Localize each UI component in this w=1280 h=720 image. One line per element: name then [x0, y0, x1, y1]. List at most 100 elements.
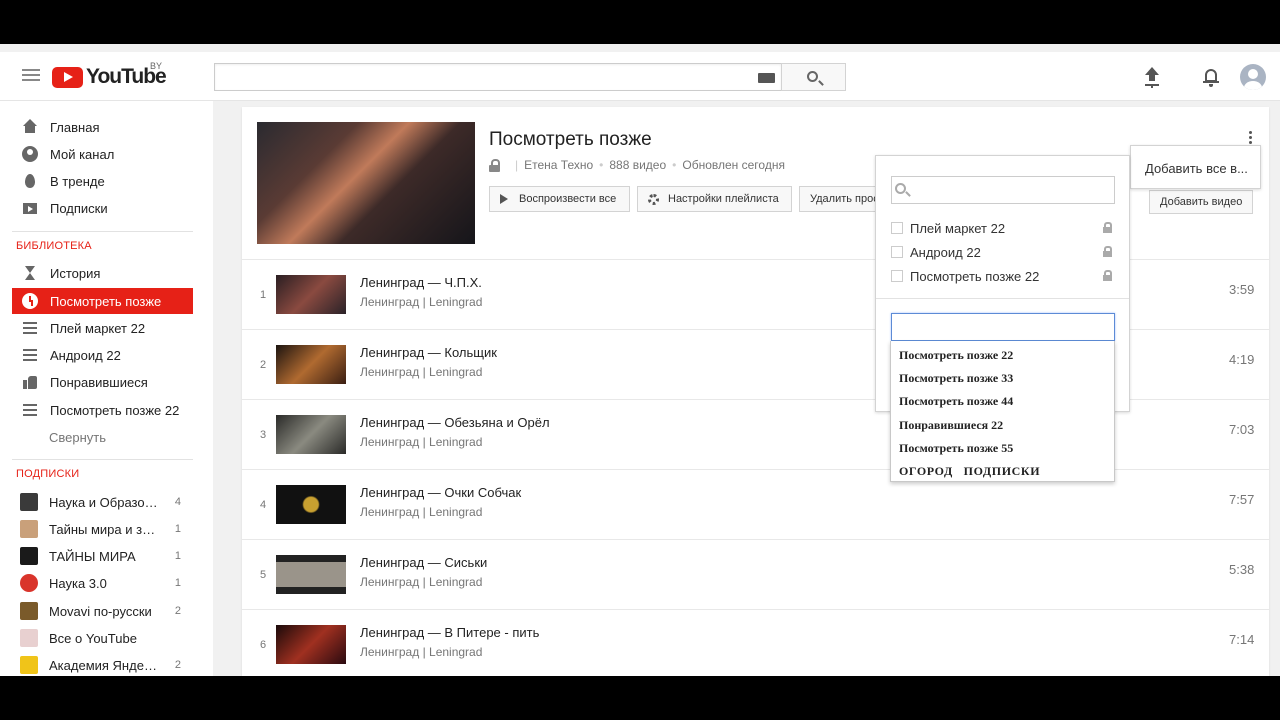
autocomplete-option[interactable]: Посмотреть позже 44 — [899, 394, 1013, 409]
subscription-item[interactable]: Наука и Образов… 4 — [12, 489, 193, 515]
sidebar-item-watch-later[interactable]: Посмотреть позже — [12, 288, 193, 314]
playlist-settings-button[interactable]: Настройки плейлиста — [637, 186, 792, 212]
video-title[interactable]: Ленинград — Сиськи — [360, 555, 487, 570]
search-input[interactable] — [214, 63, 782, 91]
playlist-thumbnail[interactable] — [257, 122, 475, 244]
video-title[interactable]: Ленинград — Кольщик — [360, 345, 497, 360]
sidebar: Главная Мой канал В тренде Подписки БИБЛ… — [0, 101, 213, 676]
new-playlist-input[interactable] — [891, 313, 1115, 341]
checkbox[interactable] — [891, 222, 903, 234]
keyboard-icon[interactable] — [758, 73, 775, 83]
lock-icon — [1103, 222, 1112, 233]
search-button[interactable] — [781, 63, 846, 91]
checkbox[interactable] — [891, 270, 903, 282]
playlist-icon — [22, 320, 38, 336]
video-channel[interactable]: Ленинград | Leningrad — [360, 295, 482, 309]
subscriptions-icon — [22, 200, 38, 216]
masthead: YouTube BY — [0, 52, 1280, 101]
video-duration: 7:14 — [1229, 632, 1255, 647]
video-channel[interactable]: Ленинград | Leningrad — [360, 435, 482, 449]
video-channel[interactable]: Ленинград | Leningrad — [360, 575, 482, 589]
lock-icon — [1103, 246, 1112, 257]
channel-avatar — [20, 493, 38, 511]
lock-icon — [1103, 270, 1112, 281]
video-duration: 3:59 — [1229, 282, 1255, 297]
channel-avatar — [20, 656, 38, 674]
channel-avatar — [20, 574, 38, 592]
sidebar-item-playlist[interactable]: Андроид 22 — [12, 342, 193, 368]
history-icon — [22, 265, 38, 281]
checkbox[interactable] — [891, 246, 903, 258]
video-thumbnail[interactable] — [276, 555, 346, 594]
playlist-checkbox-item[interactable]: Плей маркет 22 — [891, 218, 1115, 238]
subscription-item[interactable]: ТАЙНЫ МИРА 1 — [12, 543, 193, 569]
gear-icon — [648, 193, 659, 205]
video-title[interactable]: Ленинград — Ч.П.Х. — [360, 275, 482, 290]
search-icon — [807, 71, 818, 82]
playlist-icon — [22, 402, 38, 418]
channel-avatar — [20, 547, 38, 565]
video-title[interactable]: Ленинград — Очки Собчак — [360, 485, 521, 500]
sidebar-collapse-button[interactable]: Свернуть — [12, 424, 193, 450]
notifications-bell-icon[interactable] — [1202, 67, 1220, 87]
page-title: Посмотреть позже — [489, 129, 652, 150]
video-title[interactable]: Ленинград — В Питере - пить — [360, 625, 539, 640]
youtube-logo[interactable]: YouTube BY — [52, 61, 167, 89]
sidebar-item-subscriptions[interactable]: Подписки — [12, 195, 193, 221]
sidebar-item-trending[interactable]: В тренде — [12, 168, 193, 194]
sidebar-item-playlist[interactable]: Плей маркет 22 — [12, 315, 193, 341]
divider — [12, 459, 193, 460]
autocomplete-option[interactable]: Посмотреть позже 22 — [899, 348, 1013, 363]
library-heading: БИБЛИОТЕКА — [16, 240, 92, 252]
avatar[interactable] — [1240, 64, 1266, 90]
letterbox-bottom — [0, 676, 1280, 720]
user-icon — [22, 146, 38, 162]
video-thumbnail[interactable] — [276, 345, 346, 384]
more-vert-icon[interactable] — [1249, 131, 1253, 145]
video-title[interactable]: Ленинград — Обезьяна и Орёл — [360, 415, 550, 430]
play-icon — [500, 194, 508, 204]
video-channel[interactable]: Ленинград | Leningrad — [360, 645, 482, 659]
subscription-item[interactable]: Все о YouTube — [12, 625, 193, 651]
autocomplete-dropdown: Посмотреть позже 22 Посмотреть позже 33 … — [890, 341, 1115, 482]
video-thumbnail[interactable] — [276, 625, 346, 664]
playlist-video-count: 888 видео — [609, 158, 667, 172]
channel-avatar — [20, 602, 38, 620]
play-all-button[interactable]: Воспроизвести все — [489, 186, 630, 212]
video-duration: 7:57 — [1229, 492, 1255, 507]
subscription-item[interactable]: Movavi по-русски 2 — [12, 598, 193, 624]
sidebar-item-history[interactable]: История — [12, 260, 193, 286]
divider — [876, 298, 1129, 299]
sidebar-item-home[interactable]: Главная — [12, 114, 193, 140]
video-channel[interactable]: Ленинград | Leningrad — [360, 365, 482, 379]
table-row[interactable]: 6 Ленинград — В Питере - пить Ленинград … — [242, 609, 1269, 676]
autocomplete-option[interactable]: Посмотреть позже 55 — [899, 441, 1013, 456]
autocomplete-option[interactable]: Понравившиеся 22 — [899, 418, 1003, 433]
subscription-item[interactable]: Наука 3.0 1 — [12, 570, 193, 596]
playlist-owner[interactable]: Етена Техно — [524, 158, 593, 172]
subscription-item[interactable]: Академия Яндек… 2 — [12, 652, 193, 676]
sidebar-item-playlist[interactable]: Посмотреть позже 22 — [12, 397, 193, 423]
add-all-menu-item[interactable]: Добавить все в... — [1130, 145, 1261, 189]
play-logo-icon — [52, 66, 83, 88]
add-video-button[interactable]: Добавить видео — [1149, 190, 1254, 214]
autocomplete-option[interactable]: ОГОРОД ПОДПИСКИ — [899, 464, 1040, 479]
playlist-search-input[interactable] — [891, 176, 1115, 204]
autocomplete-option[interactable]: Посмотреть позже 33 — [899, 371, 1013, 386]
video-thumbnail[interactable] — [276, 415, 346, 454]
playlist-checkbox-item[interactable]: Андроид 22 — [891, 242, 1115, 262]
delete-watched-button[interactable]: Удалить просм — [799, 186, 877, 212]
subscription-item[interactable]: Тайны мира и за… 1 — [12, 516, 193, 542]
playlist-updated: Обновлен сегодня — [682, 158, 785, 172]
video-channel[interactable]: Ленинград | Leningrad — [360, 505, 482, 519]
video-thumbnail[interactable] — [276, 275, 346, 314]
playlist-checkbox-item[interactable]: Посмотреть позже 22 — [891, 266, 1115, 286]
video-thumbnail[interactable] — [276, 485, 346, 524]
playlist-icon — [22, 347, 38, 363]
sidebar-item-liked[interactable]: Понравившиеся — [12, 369, 193, 395]
table-row[interactable]: 5 Ленинград — Сиськи Ленинград | Leningr… — [242, 539, 1269, 609]
menu-icon[interactable] — [22, 69, 40, 83]
playlist-meta: | Етена Техно • 888 видео • Обновлен сег… — [489, 157, 785, 173]
home-icon — [22, 119, 38, 135]
sidebar-item-my-channel[interactable]: Мой канал — [12, 141, 193, 167]
